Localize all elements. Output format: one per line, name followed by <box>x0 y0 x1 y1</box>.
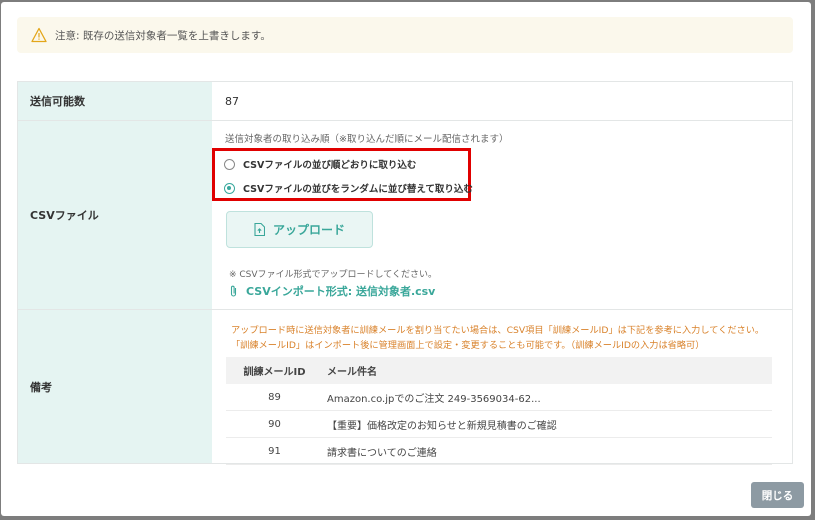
table-row: 89 Amazon.co.jpでのご注文 249-3569034-62... <box>226 384 772 411</box>
column-header-subject: メール件名 <box>323 357 772 384</box>
row-send-count: 送信可能数 87 <box>18 82 792 121</box>
warning-alert: 注意: 既存の送信対象者一覧を上書きします。 <box>17 17 793 53</box>
csv-template-link-text: CSVインポート形式: 送信対象者.csv <box>246 285 436 298</box>
row-remarks: 備考 アップロード時に送信対象者に訓練メールを割り当てたい場合は、CSV項目「訓… <box>18 310 792 465</box>
radio-label: CSVファイルの並びをランダムに並び替えて取り込む <box>243 184 473 195</box>
csv-format-note: ※ CSVファイル形式でアップロードしてください。 <box>229 270 438 280</box>
remarks-text: アップロード時に送信対象者に訓練メールを割り当てたい場合は、CSV項目「訓練メー… <box>231 323 786 353</box>
csv-file-label: CSVファイル <box>18 121 212 309</box>
table-row: 90 【重要】価格改定のお知らせと新規見積書のご確認 <box>226 410 772 438</box>
mail-subject-cell: Amazon.co.jpでのご注文 249-3569034-62... <box>323 384 772 411</box>
radio-label: CSVファイルの並び順どおりに取り込む <box>243 160 417 171</box>
send-count-label: 送信可能数 <box>18 82 212 120</box>
import-order-label: 送信対象者の取り込み順（※取り込んだ順にメール配信されます） <box>225 134 509 145</box>
training-mail-table: 訓練メールID メール件名 89 Amazon.co.jpでのご注文 249-3… <box>226 357 772 465</box>
mail-id-cell: 90 <box>226 410 323 438</box>
upload-button-label: アップロード <box>272 223 345 237</box>
send-count-value: 87 <box>225 95 239 108</box>
remarks-line-1: アップロード時に送信対象者に訓練メールを割り当てたい場合は、CSV項目「訓練メー… <box>231 325 765 336</box>
mail-id-cell: 89 <box>226 384 323 411</box>
column-header-mail-id: 訓練メールID <box>226 357 323 384</box>
csv-template-link[interactable]: CSVインポート形式: 送信対象者.csv <box>229 283 435 299</box>
paperclip-icon <box>230 285 237 297</box>
mail-subject-cell: 請求書についてのご連絡 <box>323 437 772 465</box>
settings-table: 送信可能数 87 CSVファイル 送信対象者の取り込み順（※取り込んだ順にメール… <box>17 81 793 465</box>
remarks-line-2: 「訓練メールID」はインポート後に管理画面上で設定・変更することも可能です。（訓… <box>231 340 705 351</box>
close-button[interactable]: 閉じる <box>751 482 804 508</box>
file-upload-icon <box>254 223 265 236</box>
remarks-label: 備考 <box>18 310 212 463</box>
radio-button-checked[interactable] <box>224 182 235 194</box>
radio-button[interactable] <box>224 158 235 170</box>
table-header-row: 訓練メールID メール件名 <box>226 357 772 384</box>
upload-button[interactable]: アップロード <box>226 211 373 248</box>
table-row: 91 請求書についてのご連絡 <box>226 437 772 465</box>
mail-id-cell: 91 <box>226 437 323 465</box>
alert-text: 注意: 既存の送信対象者一覧を上書きします。 <box>55 29 271 42</box>
dialog: 注意: 既存の送信対象者一覧を上書きします。 送信可能数 87 CSVファイル … <box>1 2 811 516</box>
warning-icon <box>31 27 47 43</box>
mail-subject-cell: 【重要】価格改定のお知らせと新規見積書のご確認 <box>323 410 772 438</box>
radio-option-csv-order[interactable]: CSVファイルの並び順どおりに取り込む <box>224 157 416 171</box>
radio-option-random-order[interactable]: CSVファイルの並びをランダムに並び替えて取り込む <box>224 181 473 195</box>
row-csv-file: CSVファイル 送信対象者の取り込み順（※取り込んだ順にメール配信されます） C… <box>18 121 792 310</box>
